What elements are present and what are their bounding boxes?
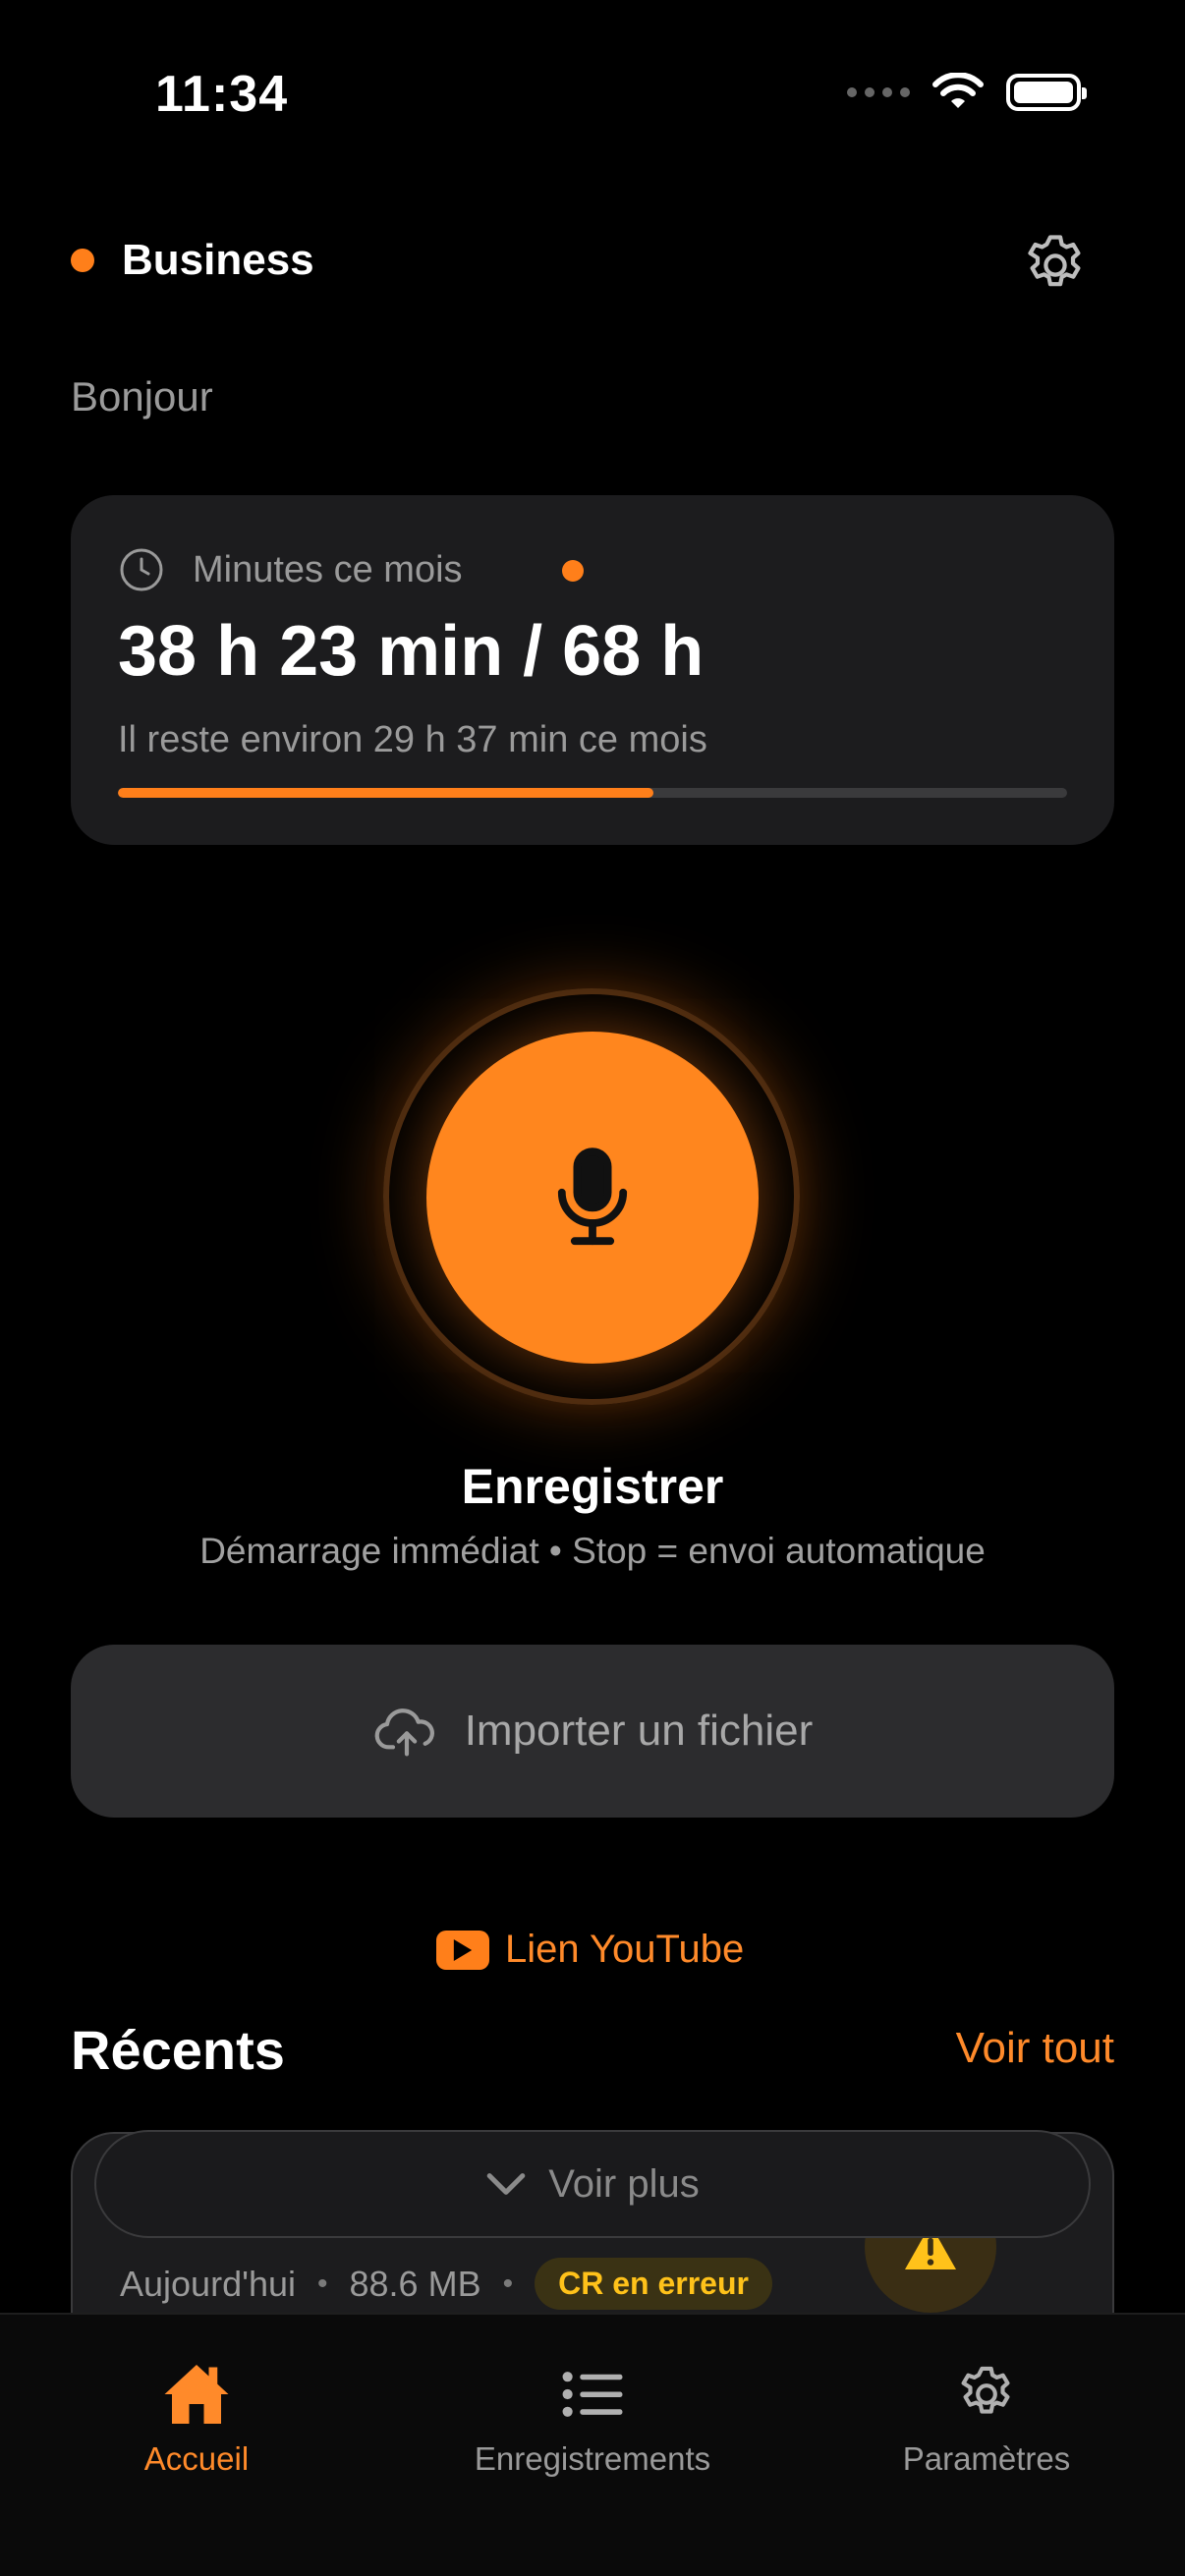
recent-item-meta: Aujourd'hui • 88.6 MB • CR en erreur xyxy=(120,2258,772,2310)
gear-icon xyxy=(961,2366,1010,2414)
usage-value: 38 h 23 min / 68 h xyxy=(118,612,705,691)
workspace-selector[interactable]: Business xyxy=(71,236,314,285)
tab-recordings[interactable]: Enregistrements xyxy=(416,2362,769,2478)
recent-item-size: 88.6 MB xyxy=(349,2263,481,2304)
tab-home[interactable]: Accueil xyxy=(20,2362,373,2478)
tab-bar: Accueil Enregistrements Paramètres xyxy=(0,2313,1185,2576)
recent-item-date: Aujourd'hui xyxy=(120,2263,296,2304)
usage-remaining: Il reste environ 29 h 37 min ce mois xyxy=(118,719,707,760)
usage-progress-bar xyxy=(118,788,1067,798)
usage-status-dot xyxy=(562,560,584,582)
microphone-icon xyxy=(557,1148,628,1246)
home-icon xyxy=(164,2365,229,2424)
youtube-link-label: Lien YouTube xyxy=(505,1928,745,1971)
wifi-icon xyxy=(932,73,984,108)
tab-settings[interactable]: Paramètres xyxy=(810,2362,1163,2478)
recents-title: Récents xyxy=(71,2019,285,2081)
youtube-link-button[interactable]: Lien YouTube xyxy=(436,1928,744,1972)
tab-label: Enregistrements xyxy=(474,2440,711,2477)
see-all-link[interactable]: Voir tout xyxy=(956,2024,1114,2073)
status-indicators xyxy=(847,73,1087,112)
cellular-icon xyxy=(847,87,910,97)
list-icon xyxy=(562,2372,623,2417)
status-badge: CR en erreur xyxy=(535,2258,772,2310)
see-more-button[interactable]: Voir plus xyxy=(94,2130,1091,2238)
usage-card: Minutes ce mois 38 h 23 min / 68 h Il re… xyxy=(71,495,1114,845)
meta-separator: • xyxy=(502,2267,514,2300)
tab-label: Paramètres xyxy=(902,2440,1071,2477)
import-file-label: Importer un fichier xyxy=(464,1707,814,1755)
record-button[interactable] xyxy=(426,1032,759,1364)
home-screen: 11:34 Business Bonjour Minutes ce mois 3… xyxy=(0,0,1185,2576)
record-title: Enregistrer xyxy=(461,1459,724,1514)
meta-separator: • xyxy=(317,2267,328,2300)
tab-label: Accueil xyxy=(143,2440,250,2477)
workspace-status-dot xyxy=(71,249,94,272)
settings-button[interactable] xyxy=(1020,230,1091,301)
usage-header: Minutes ce mois xyxy=(118,546,463,593)
gear-icon xyxy=(1028,235,1081,287)
battery-icon xyxy=(1006,74,1087,111)
usage-progress-fill xyxy=(118,788,653,798)
workspace-name: Business xyxy=(122,236,314,284)
status-time: 11:34 xyxy=(155,66,289,123)
youtube-icon xyxy=(436,1930,489,1970)
usage-label: Minutes ce mois xyxy=(193,548,463,590)
see-more-label: Voir plus xyxy=(548,2161,700,2206)
chevron-down-icon xyxy=(486,2173,526,2195)
cloud-upload-icon xyxy=(374,1708,434,1757)
clock-icon xyxy=(120,548,163,591)
record-subtitle: Démarrage immédiat • Stop = envoi automa… xyxy=(199,1531,986,1571)
import-file-button[interactable]: Importer un fichier xyxy=(71,1645,1114,1818)
greeting-text: Bonjour xyxy=(71,373,213,420)
